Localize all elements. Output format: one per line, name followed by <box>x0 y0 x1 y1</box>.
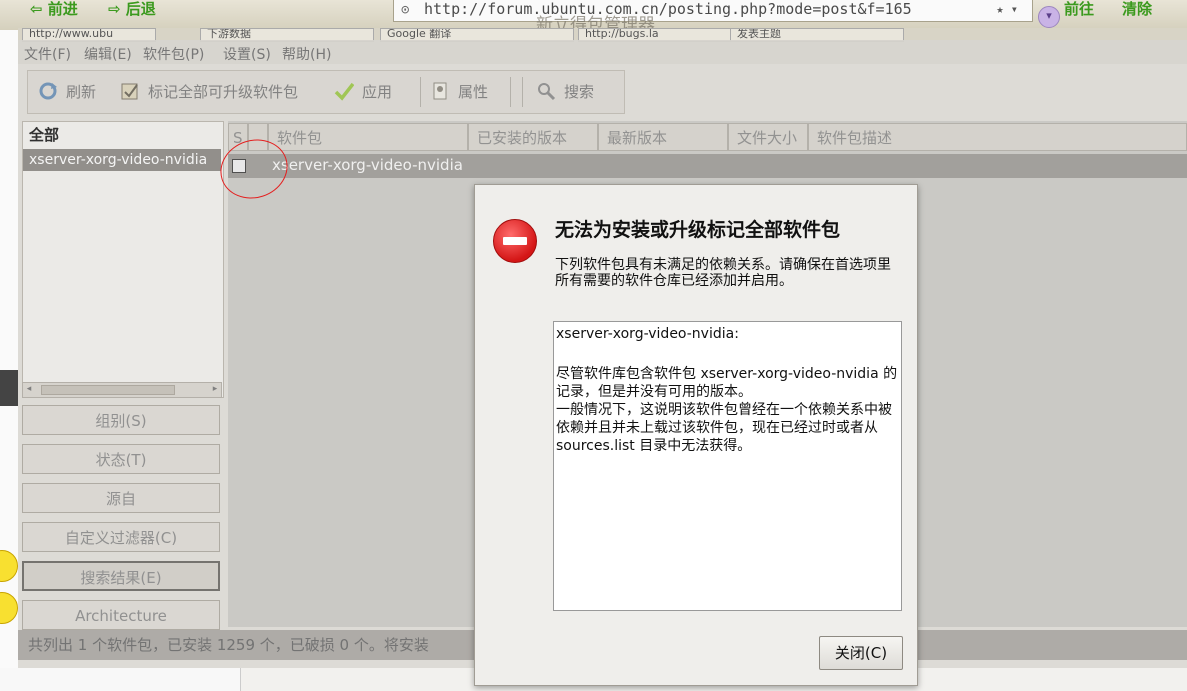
filter-list-item[interactable]: xserver-xorg-video-nvidia <box>23 149 221 171</box>
menu-package[interactable]: 软件包(P) <box>143 44 204 64</box>
horizontal-scrollbar[interactable]: ◂ ▸ <box>22 382 222 398</box>
error-icon <box>493 219 537 263</box>
search-icon <box>538 83 556 101</box>
scroll-left-icon[interactable]: ◂ <box>23 383 35 395</box>
arrow-left-icon: ⇦ <box>30 0 48 18</box>
toolbar-separator <box>522 77 523 107</box>
details-paragraph: 一般情况下，这说明该软件包曾经在一个依赖关系中被依赖并且并未上载过该软件包，现在… <box>556 402 892 454</box>
url-input[interactable]: ⊙ http://forum.ubuntu.com.cn/posting.php… <box>393 0 1033 22</box>
smiley-icon <box>0 592 18 624</box>
refresh-button[interactable]: 刷新 <box>38 81 96 103</box>
filter-sections-button[interactable]: 组别(S) <box>22 405 220 435</box>
package-name: xserver-xorg-video-nvidia <box>272 156 463 174</box>
filter-list-header[interactable]: 全部 <box>29 124 59 145</box>
underlying-web-page <box>0 30 18 691</box>
browser-back-button[interactable]: ⇦ 前进 <box>30 0 78 22</box>
refresh-icon <box>39 82 57 100</box>
mark-all-upgrades-button[interactable]: 标记全部可升级软件包 <box>120 81 298 103</box>
details-heading: xserver-xorg-video-nvidia: <box>556 326 739 342</box>
arrow-right-icon: ⇨ <box>108 0 126 18</box>
architecture-button[interactable]: Architecture <box>22 600 220 630</box>
browser-clear-button[interactable]: 清除 <box>1122 0 1152 22</box>
main-toolbar: 刷新 标记全部可升级软件包 应用 属性 搜索 <box>27 70 625 114</box>
properties-button[interactable]: 属性 <box>430 81 488 103</box>
site-icon: ⊙ <box>401 2 410 18</box>
dialog-title: 无法为安装或升级标记全部软件包 <box>555 219 841 241</box>
column-description[interactable]: 软件包描述 <box>808 123 1187 151</box>
menu-help[interactable]: 帮助(H) <box>282 44 331 64</box>
column-latest-version[interactable]: 最新版本 <box>598 123 728 151</box>
browser-go-button[interactable]: 前往 <box>1064 0 1094 22</box>
custom-filters-button[interactable]: 自定义过滤器(C) <box>22 522 220 552</box>
scroll-right-icon[interactable]: ▸ <box>209 383 221 395</box>
bookmark-star-icon[interactable]: ★ ▾ <box>996 0 1018 18</box>
column-installed-version[interactable]: 已安装的版本 <box>468 123 598 151</box>
browser-forward-button[interactable]: ⇨ 后退 <box>108 0 156 22</box>
column-size[interactable]: 文件大小 <box>728 123 808 151</box>
menu-bar: 文件(F) 编辑(E) 软件包(P) 设置(S) 帮助(H) <box>18 40 1187 64</box>
table-row[interactable]: xserver-xorg-video-nvidia <box>228 154 1187 178</box>
checkmark-icon <box>334 82 354 101</box>
error-dialog: 无法为安装或升级标记全部软件包 下列软件包具有未满足的依赖关系。请确保在首选项里… <box>474 184 918 686</box>
mark-upgrade-icon <box>121 83 138 100</box>
dialog-message: 下列软件包具有未满足的依赖关系。请确保在首选项里所有需要的软件仓库已经添加并启用… <box>555 257 891 289</box>
filter-origin-button[interactable]: 源自 <box>22 483 220 513</box>
close-button[interactable]: 关闭(C) <box>819 636 903 670</box>
filter-status-button[interactable]: 状态(T) <box>22 444 220 474</box>
apply-button[interactable]: 应用 <box>334 81 392 103</box>
toolbar-separator <box>420 77 421 107</box>
properties-icon <box>433 82 447 100</box>
dialog-details-text[interactable]: xserver-xorg-video-nvidia: 尽管软件库包含软件包 xs… <box>553 321 902 611</box>
smiley-icon <box>0 550 18 582</box>
menu-edit[interactable]: 编辑(E) <box>84 44 132 64</box>
page-bottom-strip <box>0 668 241 691</box>
menu-file[interactable]: 文件(F) <box>24 44 71 64</box>
scrollbar-thumb[interactable] <box>41 385 175 395</box>
browser-toolbar: ⇦ 前进 ⇨ 后退 ⊙ http://forum.ubuntu.com.cn/p… <box>0 0 1187 35</box>
menu-settings[interactable]: 设置(S) <box>223 44 271 64</box>
details-paragraph: 尽管软件库包含软件包 xserver-xorg-video-nvidia 的记录… <box>556 366 898 400</box>
dropdown-circle-icon[interactable]: ▾ <box>1038 6 1060 28</box>
page-dark-block <box>0 370 18 406</box>
toolbar-separator <box>510 77 511 107</box>
filter-list[interactable]: 全部 xserver-xorg-video-nvidia <box>22 121 224 398</box>
column-package[interactable]: 软件包 <box>268 123 468 151</box>
search-button[interactable]: 搜索 <box>536 81 594 103</box>
search-results-button[interactable]: 搜索结果(E) <box>22 561 220 591</box>
